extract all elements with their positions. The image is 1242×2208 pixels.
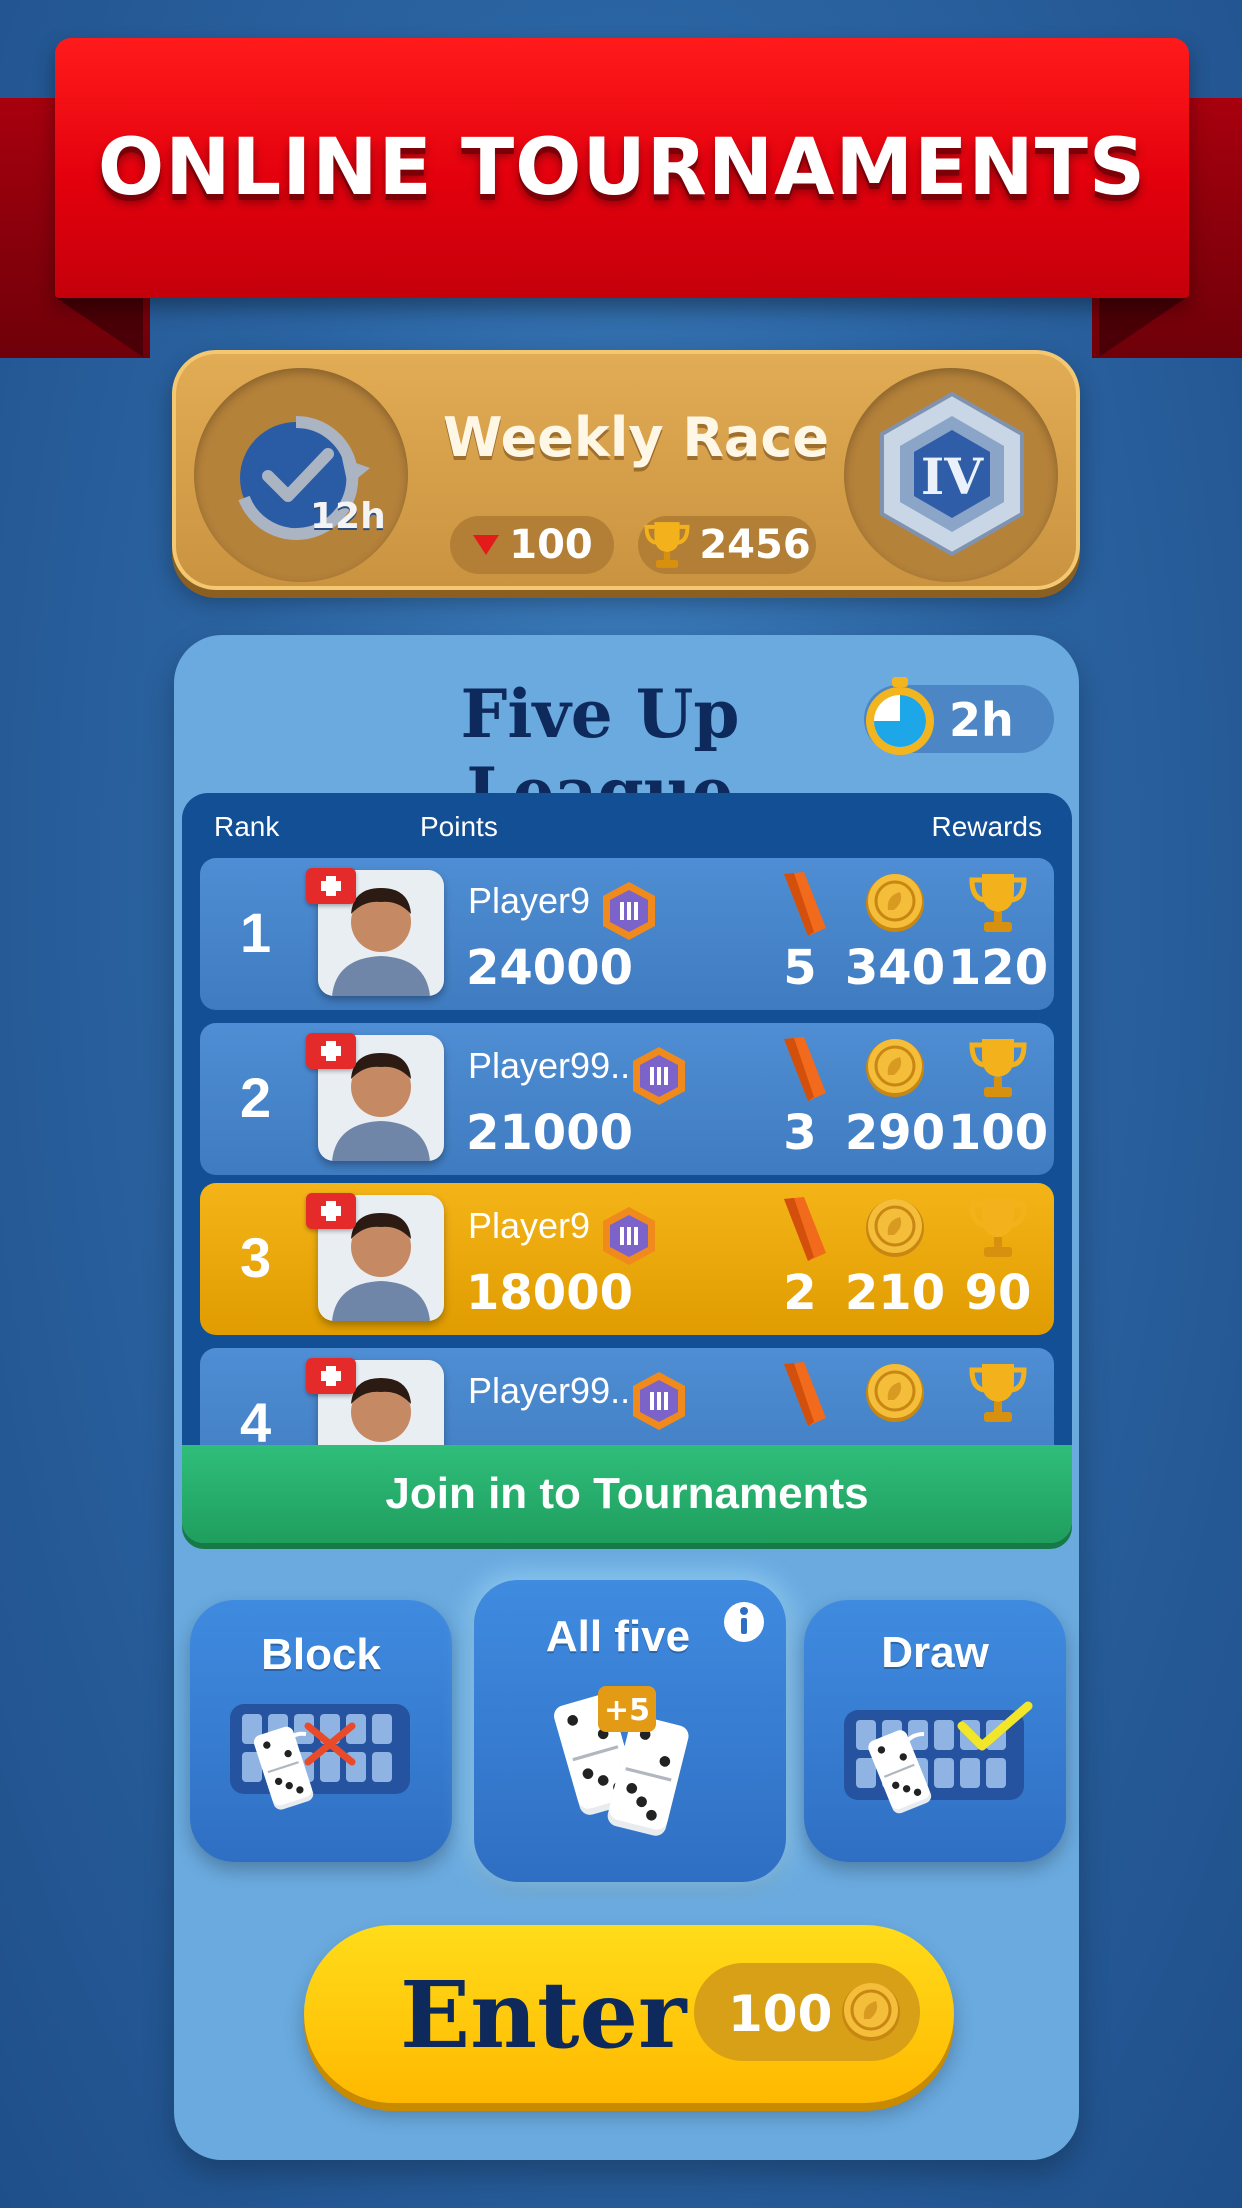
mode-all-five-card[interactable]: All five +5 <box>474 1580 786 1882</box>
trophy-icon <box>968 1360 1028 1426</box>
swiss-flag-icon <box>306 1033 356 1069</box>
league-badge-icon: IV <box>880 391 1024 557</box>
row-rank: 2 <box>240 1066 272 1129</box>
league-timer-label: 2h <box>949 693 1014 747</box>
weekly-rank-value: 100 <box>509 522 593 568</box>
mode-draw-card[interactable]: Draw <box>804 1600 1066 1862</box>
player-points: 24000 <box>466 940 633 996</box>
trophy-icon <box>643 519 691 571</box>
player-name: Player99.. <box>468 1370 631 1411</box>
enter-label: Enter <box>400 1961 687 2069</box>
league-rank-badge-icon <box>598 1205 660 1267</box>
block-domino-icon <box>230 1704 410 1812</box>
table-row-current-player[interactable]: 3 Player9 18000 2 210 90 <box>200 1183 1054 1335</box>
draw-domino-icon <box>844 1701 1033 1816</box>
coin-icon <box>864 1197 926 1259</box>
join-tournaments-button[interactable]: Join in to Tournaments <box>182 1445 1072 1543</box>
all-five-dominoes-icon: +5 <box>551 1686 691 1838</box>
league-badge-numeral: IV <box>921 447 984 506</box>
enter-button[interactable]: Enter 100 <box>304 1925 954 2103</box>
reward-coins: 340 <box>844 940 946 996</box>
league-rank-badge-icon <box>628 1045 690 1107</box>
weekly-race-title: Weekly Race <box>443 406 829 469</box>
all-five-bonus: +5 <box>604 1693 650 1728</box>
weekly-race-card[interactable]: 12h Weekly Race 100 2456 IV <box>172 350 1080 590</box>
table-row[interactable]: 2 Player99.. 21000 3 290 100 <box>200 1023 1054 1175</box>
league-rank-badge-icon <box>598 880 660 942</box>
row-rank: 1 <box>240 901 272 964</box>
coin-icon <box>864 872 926 934</box>
banner-title: ONLINE TOURNAMENTS <box>97 123 1147 213</box>
ticket-icon <box>770 1035 830 1105</box>
header-rewards: Rewards <box>931 811 1042 842</box>
stopwatch-icon <box>866 677 934 755</box>
weekly-trophy-pill: 2456 <box>638 516 816 574</box>
reward-tickets: 5 <box>783 940 817 996</box>
coin-icon <box>840 1981 902 2043</box>
header-rank: Rank <box>214 811 280 842</box>
leaderboard[interactable]: Rank Points Rewards 1 Player9 24000 5 34… <box>182 793 1072 1465</box>
trophy-icon <box>968 1195 1028 1261</box>
title-banner: ONLINE TOURNAMENTS <box>55 38 1189 298</box>
rank-down-arrow-icon <box>473 535 500 555</box>
mode-draw-label: Draw <box>881 1628 989 1677</box>
table-row[interactable]: 1 Player9 24000 5 340 120 <box>200 858 1054 1010</box>
row-rank: 3 <box>240 1226 272 1289</box>
entry-cost-pill: 100 <box>694 1963 920 2061</box>
mode-block-label: Block <box>261 1630 381 1679</box>
reward-coins: 210 <box>844 1265 946 1321</box>
header-points: Points <box>420 811 498 842</box>
swiss-flag-icon <box>306 1193 356 1229</box>
player-points: 18000 <box>466 1265 633 1321</box>
reward-tickets: 2 <box>783 1265 817 1321</box>
reward-trophies: 120 <box>947 940 1049 996</box>
ticket-icon <box>770 1360 830 1430</box>
player-name: Player9 <box>468 880 591 921</box>
ticket-icon <box>770 1195 830 1265</box>
player-name: Player9 <box>468 1205 591 1246</box>
info-icon[interactable] <box>722 1600 766 1644</box>
reward-trophies: 100 <box>947 1105 1049 1161</box>
coin-icon <box>864 1037 926 1099</box>
weekly-timer-label: 12h <box>310 496 386 537</box>
reward-tickets: 3 <box>783 1105 817 1161</box>
banner-fold-left <box>55 297 143 357</box>
reward-trophies: 90 <box>964 1265 1032 1321</box>
coin-icon <box>864 1362 926 1424</box>
league-panel: Five Up League 2h Rank Points Rewards 1 … <box>174 635 1079 2160</box>
mode-block-card[interactable]: Block <box>190 1600 452 1862</box>
banner-fold-right <box>1099 297 1187 357</box>
trophy-icon <box>968 870 1028 936</box>
ticket-icon <box>770 870 830 940</box>
trophy-icon <box>968 1035 1028 1101</box>
player-points: 21000 <box>466 1105 633 1161</box>
swiss-flag-icon <box>306 868 356 904</box>
swiss-flag-icon <box>306 1358 356 1394</box>
player-name: Player99.. <box>468 1045 631 1086</box>
league-rank-badge-icon <box>628 1370 690 1432</box>
reward-coins: 290 <box>844 1105 946 1161</box>
weekly-timer-slot: 12h <box>194 368 408 582</box>
weekly-trophy-value: 2456 <box>699 522 811 568</box>
weekly-badge-slot: IV <box>844 368 1058 582</box>
weekly-rank-pill: 100 <box>450 516 614 574</box>
entry-cost-value: 100 <box>728 1985 833 2043</box>
